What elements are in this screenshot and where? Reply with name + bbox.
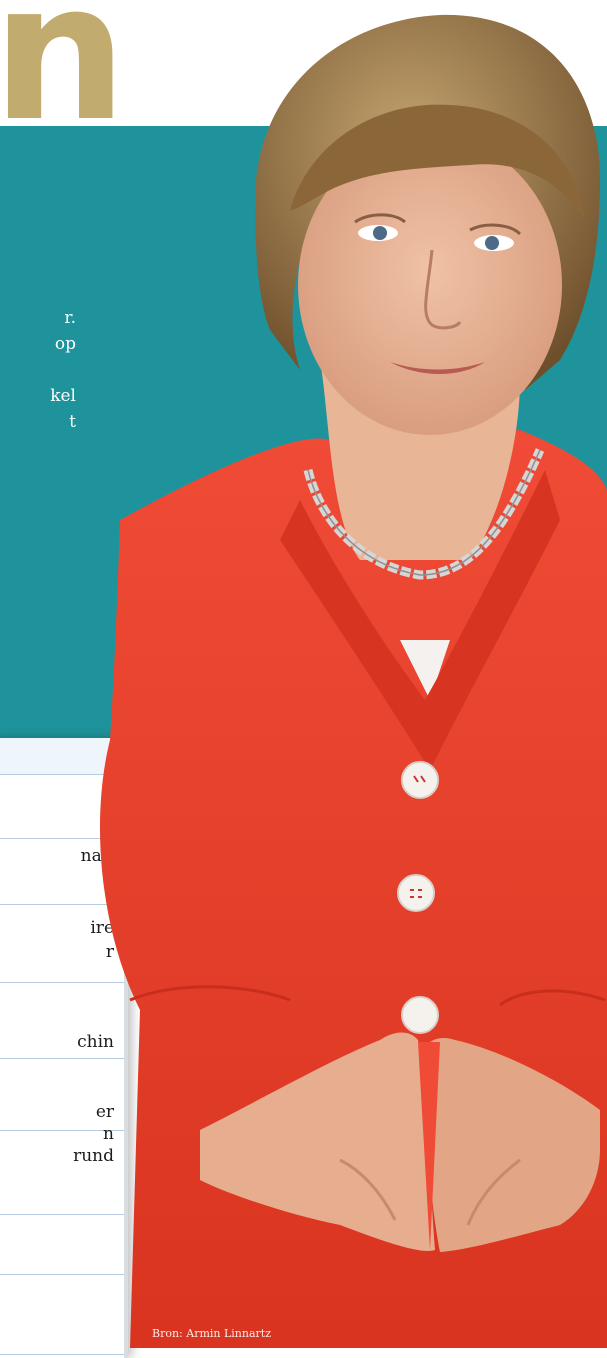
photo-credit: Bron: Armin Linnartz — [152, 1327, 272, 1340]
portrait-photo — [100, 14, 607, 1348]
box-rule — [0, 1354, 124, 1355]
